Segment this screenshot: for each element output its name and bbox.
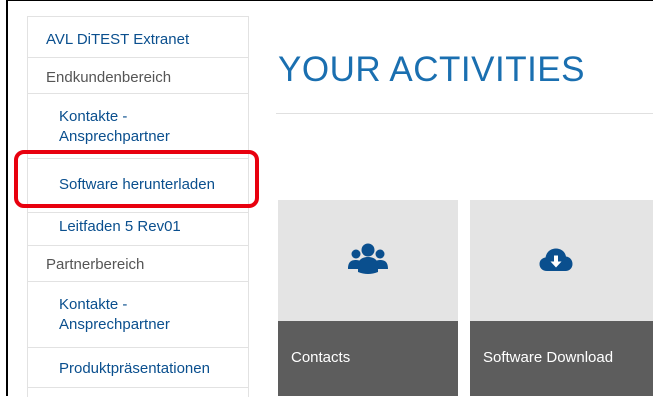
sidebar-item-label: Kontakte - Ansprechpartner xyxy=(59,108,170,145)
sidebar-item-label: Produktpräsentationen xyxy=(59,360,210,377)
users-icon xyxy=(348,241,388,282)
cloud-download-icon xyxy=(539,247,573,278)
tile-footer: Contacts xyxy=(278,321,458,396)
sidebar-item-label: Kontakte - Ansprechpartner xyxy=(59,296,170,333)
sidebar-item-label: Software herunterladen xyxy=(59,176,215,193)
window-border-left xyxy=(6,0,8,396)
sidebar-section-endkundenbereich[interactable]: Endkundenbereich xyxy=(28,58,248,94)
sidebar-item-label: AVL DiTEST Extranet xyxy=(46,31,190,48)
tile-software-download[interactable]: Software Download xyxy=(470,200,653,396)
sidebar-item-kontakte-partner[interactable]: Kontakte - Ansprechpartner xyxy=(28,282,248,348)
sidebar-item-label: Partnerbereich xyxy=(46,256,145,273)
sidebar-item-leitfaden[interactable]: Leitfaden 5 Rev01 xyxy=(28,213,248,246)
tile-contacts[interactable]: Contacts xyxy=(278,200,458,396)
sidebar-item-label: Leitfaden 5 Rev01 xyxy=(59,218,181,235)
window-border-top xyxy=(6,0,653,1)
tile-label: Contacts xyxy=(291,349,351,366)
sidebar-item-kontakte-endkunden[interactable]: Kontakte - Ansprechpartner xyxy=(28,94,248,159)
sidebar-section-partnerbereich[interactable]: Partnerbereich xyxy=(28,246,248,282)
sidebar-nav: AVL DiTEST Extranet Endkundenbereich Kon… xyxy=(27,16,249,397)
page-title: YOUR ACTIVITIES xyxy=(278,50,585,89)
sidebar-item-software-herunterladen[interactable]: Software herunterladen xyxy=(28,159,248,213)
sidebar-item-label: Endkundenbereich xyxy=(46,69,172,86)
title-divider xyxy=(276,113,653,114)
sidebar-item-avl-ditest-extranet[interactable]: AVL DiTEST Extranet xyxy=(28,17,248,58)
tile-footer: Software Download xyxy=(470,321,653,396)
sidebar-item-produktpraesentationen[interactable]: Produktpräsentationen xyxy=(28,348,248,388)
tile-label: Software Download xyxy=(483,349,614,366)
